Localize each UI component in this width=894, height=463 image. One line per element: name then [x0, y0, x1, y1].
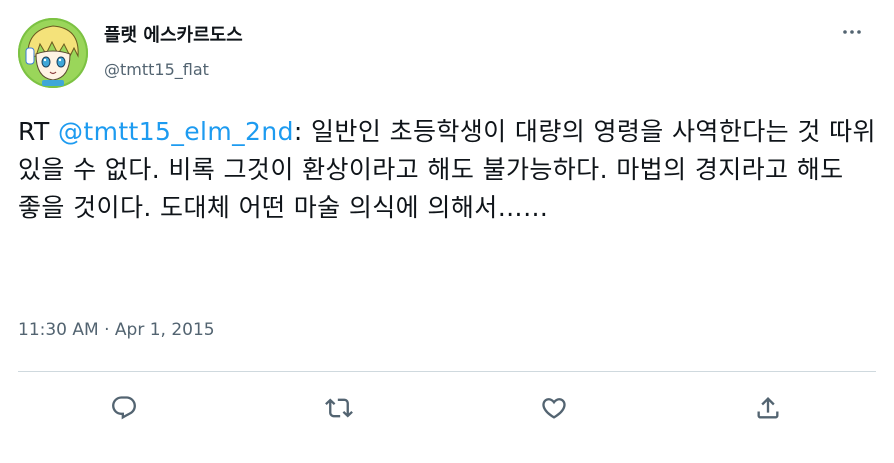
reply-button[interactable] [104, 388, 144, 428]
retweet-prefix: RT [18, 117, 58, 146]
more-horizontal-icon [843, 30, 861, 34]
tweet-date: Apr 1, 2015 [114, 320, 215, 340]
reply-icon [112, 396, 136, 420]
user-names: 플랫 에스카르도스 @tmtt15_flat [104, 24, 243, 80]
mention-link[interactable]: @tmtt15_elm_2nd [58, 117, 294, 146]
timestamp-separator: · [98, 320, 115, 340]
like-button[interactable] [534, 388, 574, 428]
more-options-button[interactable] [836, 20, 868, 44]
heart-icon [542, 398, 566, 419]
timestamp[interactable]: 11:30 AM · Apr 1, 2015 [18, 318, 215, 342]
share-button[interactable] [748, 388, 788, 428]
share-icon [757, 397, 779, 419]
user-handle[interactable]: @tmtt15_flat [104, 60, 243, 80]
divider [18, 371, 876, 372]
action-bar [0, 388, 894, 428]
anime-avatar-icon [18, 18, 88, 88]
retweet-button[interactable] [319, 388, 359, 428]
display-name[interactable]: 플랫 에스카르도스 [104, 24, 243, 48]
tweet-time: 11:30 AM [18, 320, 99, 340]
tweet-header: 플랫 에스카르도스 @tmtt15_flat [18, 18, 876, 88]
avatar[interactable] [18, 18, 88, 88]
tweet-card: 플랫 에스카르도스 @tmtt15_flat RT @tmtt15_elm_2n… [0, 0, 894, 463]
retweet-icon [325, 398, 353, 418]
tweet-text: RT @tmtt15_elm_2nd: 일반인 초등학생이 대량의 영령을 사역… [18, 113, 878, 227]
